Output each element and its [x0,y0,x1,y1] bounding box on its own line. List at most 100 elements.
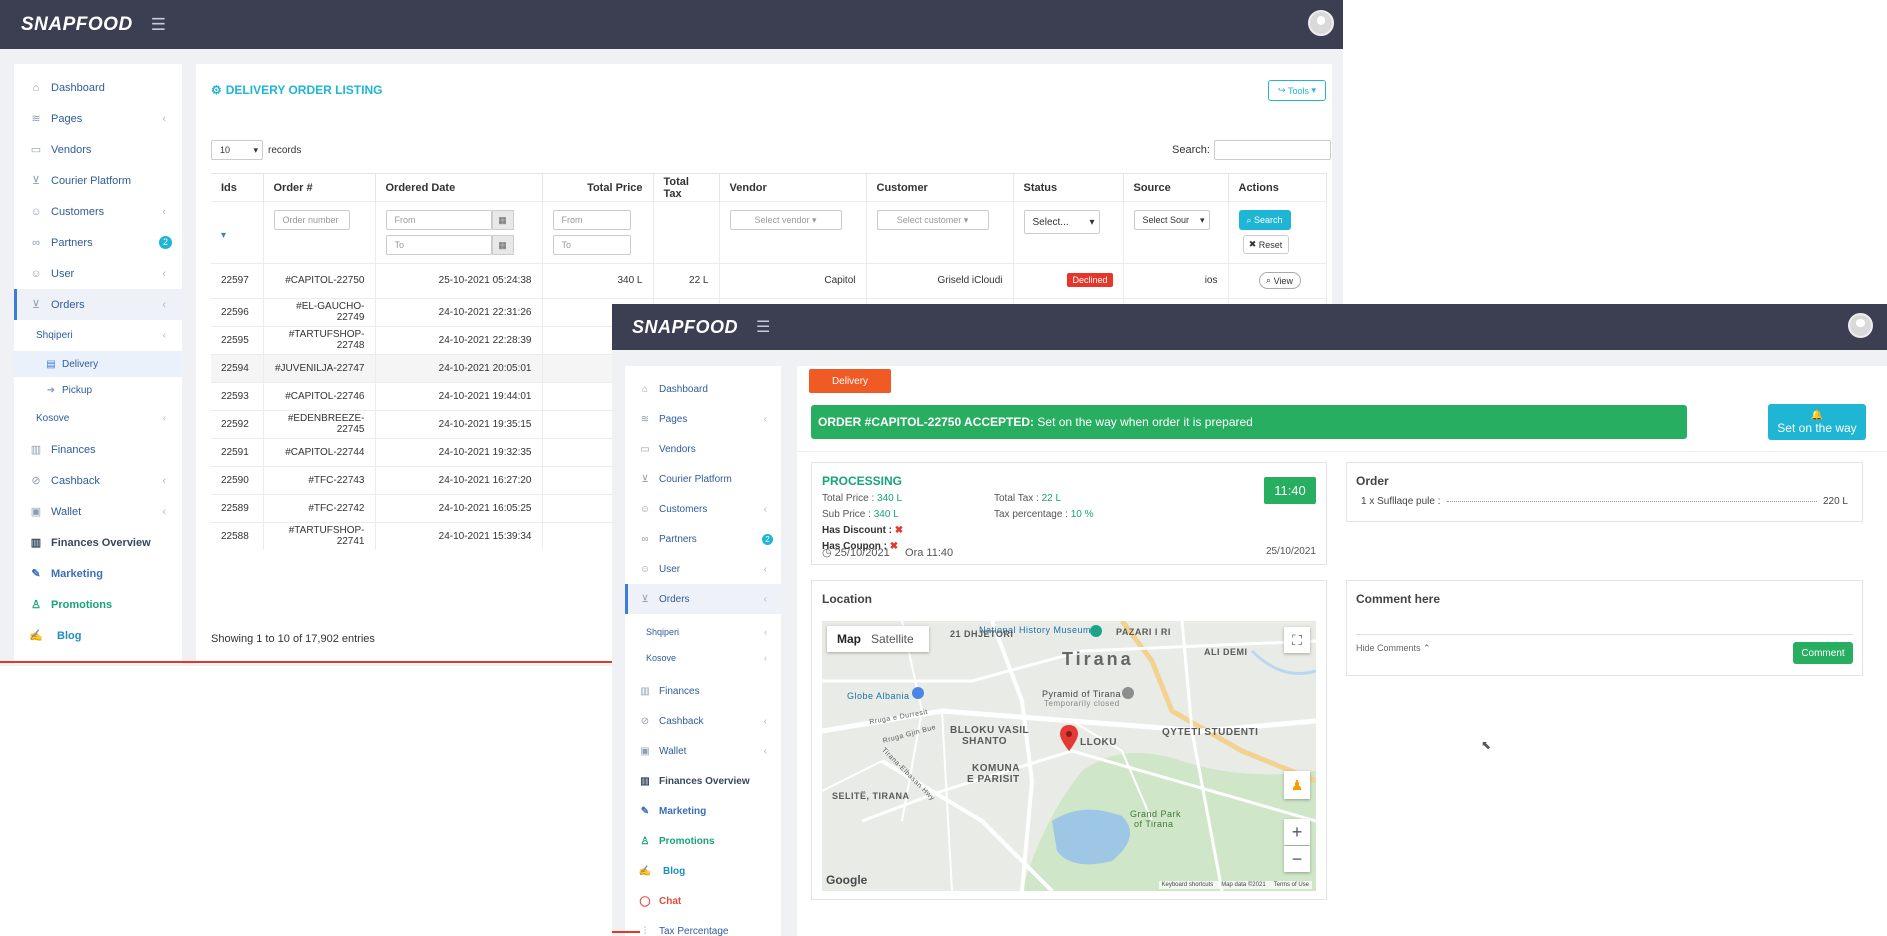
comment-title: Comment here [1356,592,1441,606]
sidebar-item-kosove[interactable]: Kosove ‹ [14,403,182,434]
col-total-price[interactable]: Total Price [542,173,654,202]
menu-toggle-icon[interactable]: ☰ [756,317,770,337]
sidebar-item-dashboard[interactable]: ⌂ Dashboard [625,374,781,404]
sidebar-item-partners[interactable]: ∞ Partners 2 [625,524,781,554]
col-date[interactable]: Ordered Date [375,173,543,202]
customer-select[interactable]: Select customer ▾ [876,210,989,230]
source-select[interactable]: Select Sour ▾ [1133,210,1210,230]
sidebar-item-delivery[interactable]: ▤ Delivery [14,351,182,377]
comment-input[interactable] [1356,615,1853,635]
map-label: PAZARI I RI [1116,627,1171,637]
col-vendor[interactable]: Vendor [719,173,867,202]
zoom-out-icon[interactable]: − [1284,846,1310,872]
search-input[interactable] [1213,140,1331,160]
sidebar-item-promotions[interactable]: ♙ Promotions [14,589,182,620]
tools-button[interactable]: ↪ Tools ▾ [1268,80,1326,101]
sidebar-item-marketing[interactable]: ✎ Marketing [625,796,781,826]
sidebar-item-pickup[interactable]: ➜ Pickup [14,377,182,403]
set-on-the-way-button[interactable]: 🔔 Set on the way [1768,404,1866,440]
sidebar-item-tax[interactable]: ⫶ Tax Percentage [625,916,781,936]
pegman-icon[interactable]: ♟ [1284,771,1310,799]
comment-button[interactable]: Comment [1793,642,1853,664]
sidebar-item-user[interactable]: ☺ User ‹ [14,258,182,289]
sidebar-item-shqiperi[interactable]: Shqiperi ‹ [625,618,781,646]
map[interactable]: Map Satellite ⛶ ♟ + − Tirana National Hi… [822,621,1316,891]
wallet-icon: ▣ [640,745,650,757]
sidebar-item-shqiperi[interactable]: Shqiperi ‹ [14,320,182,351]
calendar-icon[interactable]: ▦ [491,235,514,255]
close-icon: ✖ [1248,239,1257,249]
sidebar-item-cashback[interactable]: ⊘ Cashback ‹ [625,706,781,736]
cell-id: 22592 [211,409,264,438]
sidebar-item-orders[interactable]: ⊻ Orders ‹ [14,289,182,320]
records-select[interactable]: 10 ▾ [211,140,263,160]
search-icon: ⌕ [1246,214,1252,225]
sidebar-label: Orders [659,593,690,605]
location-card: Location Map Satellite ⛶ ♟ + − Tirana Na… [811,580,1327,900]
user-avatar[interactable] [1308,10,1334,36]
sidebar-item-partners[interactable]: ∞ Partners 2 [14,227,182,258]
sidebar-item-finances[interactable]: ▥ Finances [14,434,182,465]
home-icon: ⌂ [32,81,40,94]
sidebar-item-customers[interactable]: ☺ Customers ‹ [14,196,182,227]
col-order[interactable]: Order # [263,173,376,202]
sidebar-item-customers[interactable]: ☺ Customers ‹ [625,494,781,524]
date-to-filter[interactable]: To [385,235,492,255]
tab-delivery[interactable]: Delivery [809,369,891,393]
map-footer-link[interactable]: Keyboard shortcuts [1162,882,1214,888]
sidebar-item-pages[interactable]: ≋ Pages ‹ [625,404,781,434]
order-number-filter[interactable]: Order number [273,210,350,230]
map-type-control: Map Satellite [827,626,929,652]
sidebar-item-courier[interactable]: ⊻ Courier Platform [14,165,182,196]
sidebar-item-kosove[interactable]: Kosove ‹ [625,646,781,670]
snapfood-logo[interactable]: SNAPFOOD [632,317,738,338]
sort-icon[interactable]: ▾ [211,201,264,264]
order-items-card: Order 1 x Sufllaqe pule : 220 L [1346,462,1863,522]
sidebar-item-orders[interactable]: ⊻ Orders ‹ [625,584,781,614]
satellite-tab[interactable]: Satellite [871,632,914,646]
user-avatar[interactable] [1848,313,1873,338]
records-control: 10 ▾ records [211,140,301,160]
fullscreen-icon[interactable]: ⛶ [1284,627,1310,653]
hide-comments-link[interactable]: Hide Comments ⌃ [1356,643,1431,654]
col-total-tax[interactable]: Total Tax [653,173,720,202]
calendar-icon[interactable]: ▦ [491,210,514,230]
sidebar-item-finances-overview[interactable]: ▥ Finances Overview [625,766,781,796]
sidebar-item-dashboard[interactable]: ⌂ Dashboard [14,72,182,103]
sidebar-item-marketing[interactable]: ✎ Marketing [14,558,182,589]
col-customer[interactable]: Customer [866,173,1014,202]
sidebar-item-blog[interactable]: ✍ Blog [14,620,182,651]
sidebar-item-courier[interactable]: ⊻ Courier Platform [625,464,781,494]
sidebar-item-wallet[interactable]: ▣ Wallet ‹ [625,736,781,766]
table-row[interactable]: 22597 #CAPITOL-22750 25-10-2021 05:24:38… [211,263,1327,298]
sidebar-item-cashback[interactable]: ⊘ Cashback ‹ [14,465,182,496]
sidebar-item-chat[interactable]: ◯ Chat [625,886,781,916]
sidebar-item-vendors[interactable]: ▭ Vendors [625,434,781,464]
date-from-filter[interactable]: From [385,210,492,230]
col-ids[interactable]: Ids [211,173,264,202]
sidebar-item-pages[interactable]: ≋ Pages ‹ [14,103,182,134]
view-button[interactable]: ⌕ View [1258,272,1301,290]
col-source[interactable]: Source [1123,173,1229,202]
sidebar-item-vendors[interactable]: ▭ Vendors [14,134,182,165]
map-footer-link[interactable]: Terms of Use [1274,882,1309,888]
sidebar-item-user[interactable]: ☺ User ‹ [625,554,781,584]
reset-button[interactable]: ✖ Reset [1242,235,1289,254]
vendor-select[interactable]: Select vendor ▾ [729,210,842,230]
zoom-in-icon[interactable]: + [1284,819,1310,845]
col-status[interactable]: Status [1013,173,1124,202]
sidebar-item-promotions[interactable]: ♙ Promotions [625,826,781,856]
map-tab[interactable]: Map [827,632,871,646]
price-from-filter[interactable]: From [552,210,631,230]
search-button[interactable]: ⌕ Search [1238,210,1291,230]
price-to-filter[interactable]: To [552,235,631,255]
sidebar-item-finances[interactable]: ▥ Finances [625,676,781,706]
sidebar-item-blog[interactable]: ✍ Blog [625,856,781,886]
menu-toggle-icon[interactable]: ☰ [151,15,166,35]
sidebar-item-finances-overview[interactable]: ▥ Finances Overview [14,527,182,558]
sidebar-item-wallet[interactable]: ▣ Wallet ‹ [14,496,182,527]
snapfood-logo[interactable]: SNAPFOOD [21,14,133,36]
status-select[interactable]: Select... ▾ [1023,210,1100,234]
location-pin-icon[interactable] [1060,725,1078,751]
cell-order: #TARTUFSHOP-22748 [263,325,376,354]
